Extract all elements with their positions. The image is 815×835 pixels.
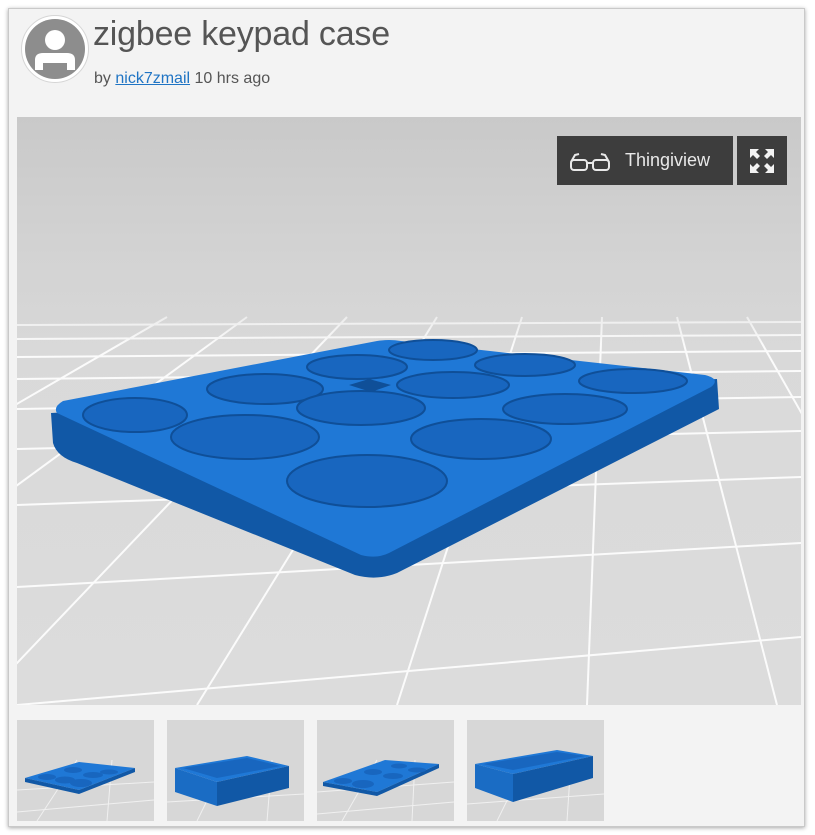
avatar-icon [25, 19, 85, 79]
thingiview-label: Thingiview [625, 150, 711, 170]
thing-card: zigbee keypad case by nick7zmail 10 hrs … [8, 8, 805, 827]
fullscreen-button[interactable] [737, 136, 787, 185]
user-avatar[interactable] [21, 15, 89, 83]
thumbnail-4[interactable] [467, 720, 604, 821]
author-link[interactable]: nick7zmail [115, 70, 190, 87]
thumbnail-image [17, 720, 154, 821]
model-viewer[interactable]: Thingiview [17, 117, 801, 705]
thumbnail-2[interactable] [167, 720, 304, 821]
expand-icon [750, 148, 774, 173]
byline: by nick7zmail 10 hrs ago [94, 70, 270, 88]
thumbnail-image [167, 720, 304, 821]
main-render-image [17, 117, 801, 705]
thumbnail-3[interactable] [317, 720, 454, 821]
thing-title: zigbee keypad case [93, 15, 390, 53]
thumbnail-image [317, 720, 454, 821]
glasses-icon [570, 152, 610, 171]
time-ago: 10 hrs ago [194, 70, 271, 87]
by-prefix: by [94, 70, 111, 87]
thumbnail-1[interactable] [17, 720, 154, 821]
thingiview-button[interactable]: Thingiview [557, 136, 733, 185]
thumbnail-image [467, 720, 604, 821]
